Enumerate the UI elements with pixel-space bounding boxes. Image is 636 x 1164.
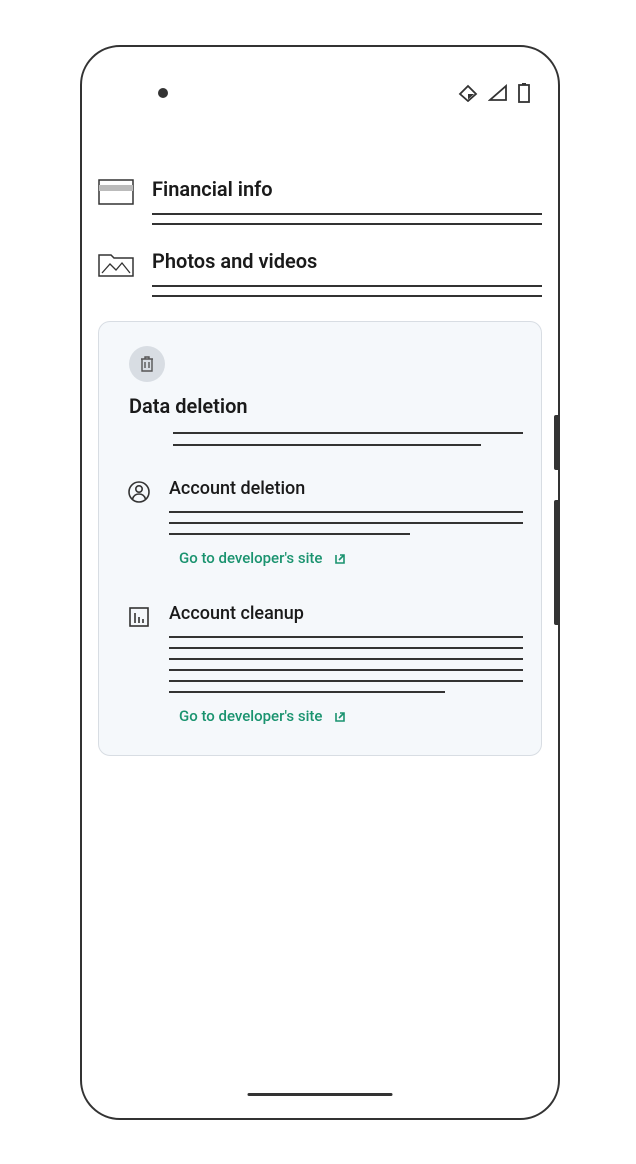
link-label: Go to developer's site — [179, 707, 322, 725]
placeholder-lines — [152, 285, 542, 297]
subsection-title: Account deletion — [169, 478, 523, 499]
power-button — [554, 415, 560, 470]
home-indicator[interactable] — [248, 1093, 393, 1096]
placeholder-lines — [152, 213, 542, 225]
subsection-title: Account cleanup — [169, 603, 523, 624]
card-icon — [98, 177, 134, 207]
developer-site-link[interactable]: Go to developer's site — [179, 549, 523, 567]
person-icon — [127, 480, 151, 504]
wifi-icon — [458, 84, 478, 102]
link-label: Go to developer's site — [179, 549, 322, 567]
folder-photo-icon — [98, 249, 134, 279]
phone-frame: Financial info Photos and videos — [80, 45, 560, 1120]
signal-icon — [488, 84, 508, 102]
external-link-icon — [332, 709, 347, 724]
section-photos-videos[interactable]: Photos and videos — [98, 249, 542, 297]
placeholder-lines — [169, 511, 523, 535]
trash-icon — [139, 355, 155, 373]
battery-icon — [518, 83, 530, 103]
subsection-account-deletion: Account deletion — [117, 478, 523, 535]
volume-button — [554, 500, 560, 625]
bar-chart-icon — [127, 605, 151, 629]
content-area: Financial info Photos and videos — [82, 107, 558, 756]
card-title: Data deletion — [129, 394, 523, 418]
section-title: Financial info — [152, 177, 542, 201]
camera-dot — [158, 88, 168, 98]
status-bar — [82, 47, 558, 107]
status-icons — [458, 83, 530, 103]
subsection-account-cleanup: Account cleanup — [117, 603, 523, 693]
data-deletion-card: Data deletion Account deletion — [98, 321, 542, 756]
section-financial-info[interactable]: Financial info — [98, 177, 542, 225]
section-title: Photos and videos — [152, 249, 542, 273]
developer-site-link[interactable]: Go to developer's site — [179, 707, 523, 725]
trash-icon-badge — [129, 346, 165, 382]
placeholder-lines — [169, 636, 523, 693]
external-link-icon — [332, 551, 347, 566]
placeholder-lines — [173, 432, 523, 446]
